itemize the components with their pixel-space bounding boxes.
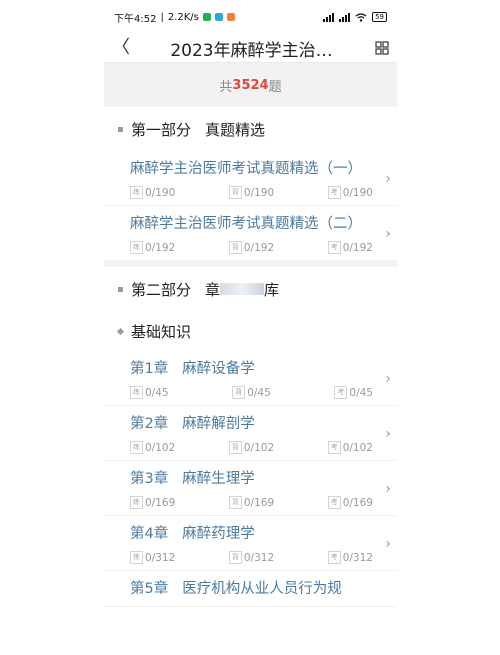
recite-tag-icon: 背 bbox=[232, 386, 246, 399]
recite-tag-icon: 背 bbox=[228, 241, 242, 254]
network-speed: 2.2K/s bbox=[167, 11, 199, 23]
item-stats: 练 0/190 背 0/190 考 0/190 bbox=[130, 186, 373, 199]
chapter-item[interactable]: 第5章 医疗机构从业人员行为规 bbox=[104, 571, 397, 607]
grid-menu-button[interactable] bbox=[365, 41, 389, 55]
chevron-right-icon: › bbox=[385, 536, 391, 552]
subsection-title: 基础知识 bbox=[104, 311, 397, 351]
item-stats: 练 0/102 背 0/102 考 0/102 bbox=[130, 441, 373, 454]
phone-app-icon bbox=[202, 13, 211, 21]
status-time: 下午4:52 bbox=[114, 13, 157, 25]
chevron-right-icon: › bbox=[385, 426, 391, 442]
practice-tag-icon: 练 bbox=[130, 551, 143, 564]
question-count-banner: 共 3524 题 bbox=[104, 63, 397, 107]
square-bullet-icon bbox=[118, 286, 123, 292]
chapter-item[interactable]: 第3章 麻醉生理学 练 0/169 背 0/169 考 0/169 › bbox=[104, 461, 397, 516]
recite-tag-icon: 背 bbox=[228, 551, 242, 564]
watermark-blur bbox=[220, 283, 265, 295]
chapter-item[interactable]: 第1章 麻醉设备学 练 0/45 背 0/45 考 0/45 › bbox=[104, 351, 397, 406]
grid-icon bbox=[375, 41, 389, 55]
practice-tag-icon: 练 bbox=[130, 441, 143, 454]
exam-tag-icon: 考 bbox=[327, 241, 341, 254]
recite-tag-icon: 背 bbox=[228, 186, 242, 199]
exam-tag-icon: 考 bbox=[327, 441, 341, 454]
practice-tag-icon: 练 bbox=[130, 241, 143, 254]
top-bar: 〈 2023年麻醉学主治… bbox=[104, 34, 397, 63]
exam-tag-icon: 考 bbox=[334, 386, 348, 399]
signal-icon bbox=[323, 12, 335, 22]
messenger-app-icon bbox=[214, 13, 223, 21]
chevron-right-icon: › bbox=[385, 171, 391, 187]
chevron-right-icon: › bbox=[385, 371, 391, 387]
diamond-bullet-icon bbox=[116, 327, 125, 335]
exam-tag-icon: 考 bbox=[327, 186, 341, 199]
chevron-right-icon: › bbox=[385, 226, 391, 242]
recite-tag-icon: 背 bbox=[228, 496, 242, 509]
section-part1-title: 第一部分 真题精选 bbox=[104, 107, 397, 151]
exam-tag-icon: 考 bbox=[327, 496, 341, 509]
item-stats: 练 0/192 背 0/192 考 0/192 bbox=[130, 241, 373, 254]
section-part2-title: 第二部分 章 库 bbox=[104, 267, 397, 311]
item-stats: 练 0/312 背 0/312 考 0/312 bbox=[130, 551, 373, 564]
practice-tag-icon: 练 bbox=[130, 186, 143, 199]
practice-tag-icon: 练 bbox=[130, 496, 143, 509]
item-stats: 练 0/45 背 0/45 考 0/45 bbox=[130, 386, 373, 399]
practice-tag-icon: 练 bbox=[130, 386, 143, 399]
list-item[interactable]: 麻醉学主治医师考试真题精选（二） 练 0/192 背 0/192 考 0/192 › bbox=[104, 206, 397, 261]
page-title: 2023年麻醉学主治… bbox=[170, 40, 333, 61]
item-stats: 练 0/169 背 0/169 考 0/169 bbox=[130, 496, 373, 509]
exam-tag-icon: 考 bbox=[327, 551, 341, 564]
phone-screen: 下午4:52 | 2.2K/s 59 〈 2023年麻醉学主治… 共 3524 … bbox=[104, 0, 397, 655]
battery-icon: 59 bbox=[372, 12, 387, 22]
wifi-icon bbox=[355, 12, 367, 22]
chapter-item[interactable]: 第4章 麻醉药理学 练 0/312 背 0/312 考 0/312 › bbox=[104, 516, 397, 571]
status-bar: 下午4:52 | 2.2K/s 59 bbox=[104, 0, 397, 34]
signal-2-icon bbox=[339, 12, 351, 22]
recite-tag-icon: 背 bbox=[228, 441, 242, 454]
list-item[interactable]: 麻醉学主治医师考试真题精选（一） 练 0/190 背 0/190 考 0/190 › bbox=[104, 151, 397, 206]
store-app-icon bbox=[226, 13, 235, 21]
question-count: 3524 bbox=[232, 77, 269, 93]
chevron-right-icon: › bbox=[385, 481, 391, 497]
square-bullet-icon bbox=[118, 126, 123, 132]
chapter-item[interactable]: 第2章 麻醉解剖学 练 0/102 背 0/102 考 0/102 › bbox=[104, 406, 397, 461]
back-button[interactable]: 〈 bbox=[112, 38, 138, 58]
